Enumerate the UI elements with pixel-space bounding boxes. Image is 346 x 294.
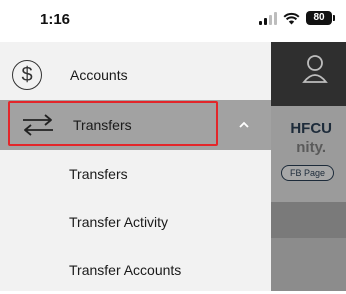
submenu-item-label: Transfer Activity — [69, 214, 169, 230]
status-icons: 80 — [259, 11, 335, 25]
wifi-icon — [283, 12, 300, 25]
fb-page-button[interactable]: FB Page — [280, 165, 334, 181]
menu-item-accounts[interactable]: $ Accounts — [0, 52, 271, 100]
profile-icon[interactable] — [302, 54, 328, 89]
menu-item-accounts-label: Accounts — [70, 67, 128, 83]
status-time: 1:16 — [40, 11, 71, 28]
navigation-drawer: $ Accounts Transfers Transfers Transfer … — [0, 42, 271, 291]
battery-level: 80 — [313, 12, 325, 23]
submenu-item-transfer-accounts[interactable]: Transfer Accounts — [0, 246, 271, 294]
highlight-box — [8, 101, 218, 146]
submenu-item-label: Transfers — [69, 166, 128, 182]
battery-icon: 80 — [306, 11, 335, 25]
card-title: HFCU — [290, 120, 332, 137]
card-subtitle: nity. — [296, 139, 326, 156]
dollar-icon: $ — [12, 60, 42, 90]
submenu-item-label: Transfer Accounts — [69, 262, 182, 278]
submenu-item-transfers[interactable]: Transfers — [0, 150, 271, 198]
status-bar: 1:16 80 — [0, 0, 346, 42]
chevron-up-icon[interactable] — [238, 117, 250, 135]
submenu-item-transfer-activity[interactable]: Transfer Activity — [0, 198, 271, 246]
signal-icon — [259, 11, 277, 25]
